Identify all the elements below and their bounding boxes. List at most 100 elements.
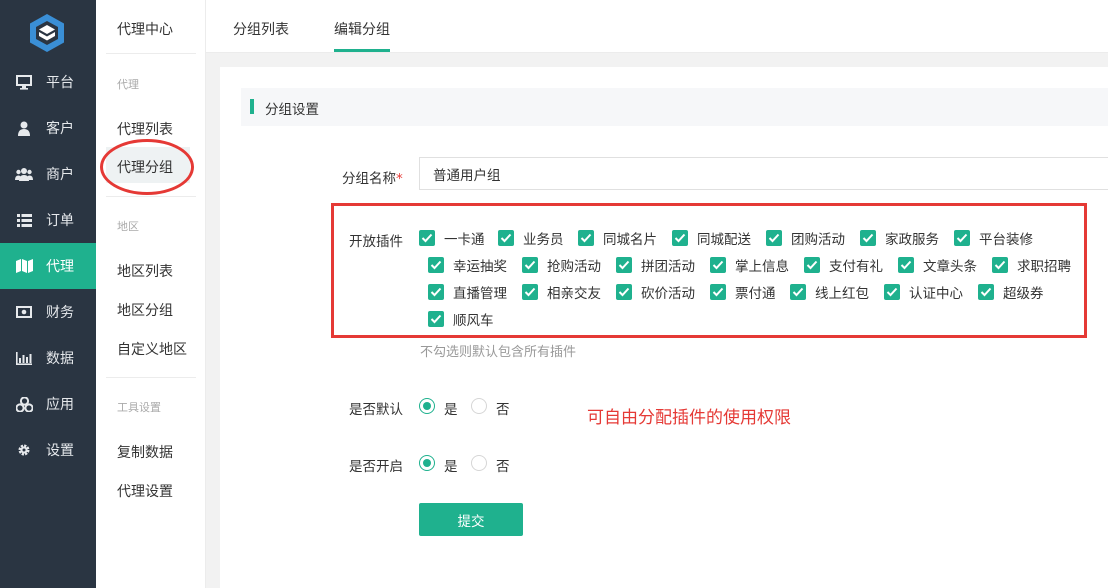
default-no-radio[interactable] [471,398,487,414]
divider [106,377,196,378]
sidebar-item-label: 财务 [46,305,74,321]
required-mark: * [396,171,403,187]
plugin-label: 超级券 [1003,286,1044,302]
plugin-checkbox[interactable]: 家政服务 [860,230,939,248]
checkbox-checked-icon[interactable] [428,284,444,300]
enabled-yes-label: 是 [444,459,458,475]
checkbox-checked-icon[interactable] [790,284,806,300]
plugin-checkbox[interactable]: 文章头条 [898,257,977,275]
is-default-label: 是否默认 [349,402,403,418]
group-name-input[interactable] [419,157,1108,190]
divider [106,196,196,197]
checkbox-checked-icon[interactable] [884,284,900,300]
checkbox-checked-icon[interactable] [428,311,444,327]
plugin-checkbox[interactable]: 团购活动 [766,230,845,248]
checkbox-checked-icon[interactable] [860,230,876,246]
plugin-label: 业务员 [523,232,564,248]
sidebar-item-customers[interactable]: 客户 [0,105,96,151]
plugin-checkbox[interactable]: 幸运抽奖 [428,257,507,275]
sidebar-item-platform[interactable]: 平台 [0,59,96,105]
plugin-checkbox[interactable]: 超级券 [978,284,1044,302]
plugin-checkbox[interactable]: 掌上信息 [710,257,789,275]
divider [106,53,196,54]
plugin-label: 幸运抽奖 [453,259,507,275]
plugin-checkbox[interactable]: 同城配送 [672,230,751,248]
subnav-group-agent: 代理 [117,78,139,91]
checkbox-checked-icon[interactable] [978,284,994,300]
checkbox-checked-icon[interactable] [522,284,538,300]
enabled-no-radio[interactable] [471,455,487,471]
plugin-checkbox[interactable]: 认证中心 [884,284,963,302]
plugin-label: 一卡通 [444,232,485,248]
tab-edit-group[interactable]: 编辑分组 [334,19,390,39]
plugin-label: 直播管理 [453,286,507,302]
sidebar-item-apps[interactable]: 应用 [0,381,96,427]
logo-icon[interactable] [28,13,66,53]
sidebar-item-label: 商户 [46,167,74,183]
plugin-checkbox[interactable]: 拼团活动 [616,257,695,275]
submit-button[interactable]: 提交 [419,503,523,536]
checkbox-checked-icon[interactable] [804,257,820,273]
user-icon [15,120,33,136]
sidebar-item-label: 代理 [46,259,74,275]
plugin-checkbox[interactable]: 一卡通 [419,230,485,248]
plugin-checkbox[interactable]: 支付有礼 [804,257,883,275]
checkbox-checked-icon[interactable] [710,284,726,300]
sidebar-item-settings[interactable]: 设置 [0,427,96,473]
checkbox-checked-icon[interactable] [578,230,594,246]
checkbox-checked-icon[interactable] [616,284,632,300]
section-header [241,88,1108,126]
plugin-checkbox[interactable]: 平台装修 [954,230,1033,248]
subnav-link-region-group[interactable]: 地区分组 [117,300,173,320]
checkbox-checked-icon[interactable] [766,230,782,246]
checkbox-checked-icon[interactable] [498,230,514,246]
plugin-checkbox[interactable]: 相亲交友 [522,284,601,302]
plugin-label: 同城配送 [697,232,751,248]
checkbox-checked-icon[interactable] [672,230,688,246]
checkbox-checked-icon[interactable] [616,257,632,273]
subnav-link-agent-settings[interactable]: 代理设置 [117,481,173,501]
sidebar-item-merchants[interactable]: 商户 [0,151,96,197]
subnav-link-agent-list[interactable]: 代理列表 [117,119,173,139]
sidebar-item-agents[interactable]: 代理 [0,243,96,289]
enabled-yes-radio[interactable] [419,455,435,471]
plugin-checkbox[interactable]: 抢购活动 [522,257,601,275]
tab-group-list[interactable]: 分组列表 [233,19,289,39]
checkbox-checked-icon[interactable] [954,230,970,246]
secondary-sidebar-title: 代理中心 [117,22,173,38]
group-name-label: 分组名称* [342,171,403,187]
plugin-label: 抢购活动 [547,259,601,275]
subnav-link-copy-data[interactable]: 复制数据 [117,442,173,462]
sidebar-item-label: 设置 [46,443,74,459]
plugin-label: 团购活动 [791,232,845,248]
plugin-checkbox[interactable]: 业务员 [498,230,564,248]
checkbox-checked-icon[interactable] [428,257,444,273]
plugin-checkbox[interactable]: 直播管理 [428,284,507,302]
is-enabled-label: 是否开启 [349,459,403,475]
plugin-checkbox[interactable]: 线上红包 [790,284,869,302]
subnav-link-custom-region[interactable]: 自定义地区 [117,339,187,359]
checkbox-checked-icon[interactable] [419,230,435,246]
annotation-note: 可自由分配插件的使用权限 [587,408,791,428]
plugin-label: 掌上信息 [735,259,789,275]
sidebar-item-orders[interactable]: 订单 [0,197,96,243]
checkbox-checked-icon[interactable] [522,257,538,273]
checkbox-checked-icon[interactable] [710,257,726,273]
bar-chart-icon [15,350,33,366]
plugin-checkbox[interactable]: 顺风车 [428,311,494,329]
section-marker [250,99,254,114]
checkbox-checked-icon[interactable] [992,257,1008,273]
checkbox-checked-icon[interactable] [898,257,914,273]
plugin-checkbox[interactable]: 同城名片 [578,230,657,248]
plugin-checkbox[interactable]: 砍价活动 [616,284,695,302]
sidebar-item-finance[interactable]: 财务 [0,289,96,335]
default-yes-radio[interactable] [419,398,435,414]
plugin-label: 平台装修 [979,232,1033,248]
plugins-label: 开放插件 [349,234,403,250]
plugin-label: 砍价活动 [641,286,695,302]
plugin-checkbox[interactable]: 票付通 [710,284,776,302]
plugin-checkbox[interactable]: 求职招聘 [992,257,1071,275]
plugin-label: 顺风车 [453,313,494,329]
subnav-link-region-list[interactable]: 地区列表 [117,261,173,281]
sidebar-item-data[interactable]: 数据 [0,335,96,381]
